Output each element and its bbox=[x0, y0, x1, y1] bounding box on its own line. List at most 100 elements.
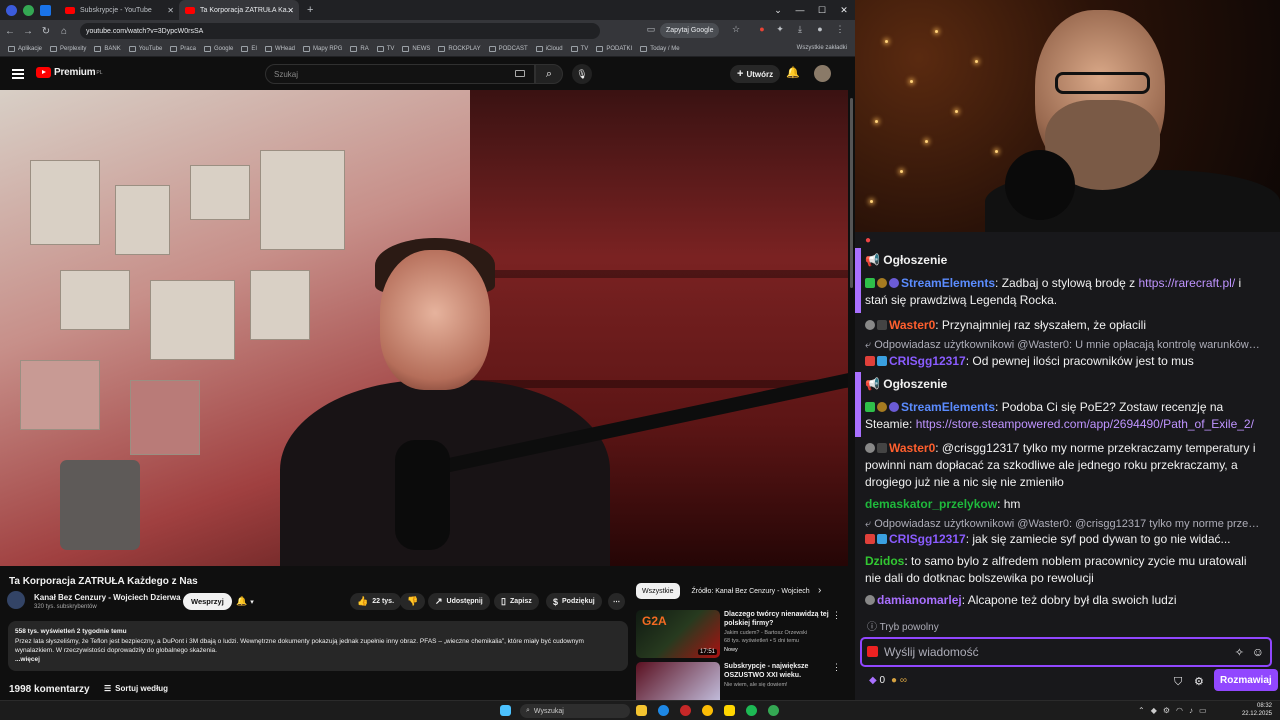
chat-username[interactable]: damianomarlej bbox=[877, 593, 962, 607]
bookmark[interactable]: Praca bbox=[170, 46, 196, 52]
sort-comments-button[interactable]: ☰ Sortuj według bbox=[104, 684, 168, 693]
chat-username[interactable]: CRISgg12317 bbox=[889, 532, 966, 546]
join-button[interactable]: Wesprzyj bbox=[183, 593, 232, 610]
video-player[interactable] bbox=[0, 90, 848, 566]
edge-icon[interactable] bbox=[658, 705, 669, 716]
account-avatar[interactable] bbox=[814, 65, 831, 82]
url-field[interactable]: youtube.com/watch?v=3DypcW0rsSA bbox=[80, 23, 600, 39]
chat-input[interactable]: Wyślij wiadomość ✧ ☺ bbox=[860, 637, 1272, 667]
emoji-icon[interactable]: ☺ bbox=[1252, 644, 1264, 661]
chat-username[interactable]: Waster0 bbox=[889, 441, 935, 455]
thanks-button[interactable]: $ Podziękuj bbox=[546, 593, 602, 610]
new-tab-icon[interactable]: + bbox=[307, 4, 313, 16]
home-icon[interactable]: ⌂ bbox=[56, 26, 72, 37]
bookmark[interactable]: BANK bbox=[94, 46, 121, 52]
chip-channel[interactable]: Źródło: Kanał Bez Cenzury - Wojciech bbox=[686, 583, 816, 599]
all-bookmarks[interactable]: Wszystkie zakładki bbox=[797, 45, 847, 51]
close-tab-icon[interactable]: ✕ bbox=[287, 6, 294, 15]
forward-icon[interactable]: → bbox=[20, 26, 36, 37]
like-button[interactable]: 👍 22 tys. bbox=[350, 593, 402, 610]
tab-video[interactable]: Ta Korporacja ZATRUŁA Ka... ✕ bbox=[179, 0, 299, 20]
system-tray[interactable]: ⌃◆⚙◠♪▭ bbox=[1138, 706, 1213, 715]
bookmark[interactable]: PODCAST bbox=[488, 46, 528, 52]
recommended-video[interactable]: Subskrypcje - największe OSZUSTWO XXI wi… bbox=[636, 662, 841, 700]
chrome-active-icon[interactable] bbox=[768, 705, 779, 716]
extension-icon[interactable] bbox=[23, 4, 34, 16]
chat-username[interactable]: Dzidos bbox=[865, 554, 904, 568]
dislike-button[interactable]: 👎 bbox=[400, 593, 426, 610]
tab-search-icon[interactable]: ⌄ bbox=[767, 0, 789, 20]
opera-icon[interactable] bbox=[680, 705, 691, 716]
maximize-icon[interactable]: ☐ bbox=[811, 0, 833, 20]
cast-icon[interactable]: ▭ bbox=[645, 24, 657, 36]
recommended-video[interactable]: G2A 17:51 Dlaczego twórcy nienawidzą tej… bbox=[636, 610, 841, 662]
bookmark[interactable]: TV bbox=[570, 46, 588, 52]
file-explorer-icon[interactable] bbox=[636, 705, 647, 716]
taskbar-search[interactable]: ⌕ Wyszukaj bbox=[520, 704, 630, 718]
chat-send-button[interactable]: Rozmawiaj bbox=[1214, 669, 1278, 691]
more-actions-button[interactable]: ⋯ bbox=[608, 593, 625, 610]
more-vert-icon[interactable]: ⋮ bbox=[832, 610, 841, 621]
share-button[interactable]: ↗ Udostępnij bbox=[428, 593, 490, 610]
chrome-icon[interactable] bbox=[702, 705, 713, 716]
tab-subscriptions[interactable]: Subskrypcje - YouTube ✕ bbox=[59, 0, 179, 20]
bookmark[interactable]: Today / Me bbox=[640, 46, 680, 52]
channel-name[interactable]: Kanał Bez Cenzury - Wojciech Dzierwa bbox=[34, 593, 181, 602]
description-box[interactable]: 558 tys. wyświetleń 2 tygodnie temu Prze… bbox=[8, 621, 628, 671]
voice-search-icon[interactable]: 🎙 bbox=[572, 64, 592, 84]
channel-avatar[interactable] bbox=[7, 591, 25, 609]
reply-context[interactable]: ⤶ Odpowiadasz użytkownikowi @Waster0: U … bbox=[865, 337, 1260, 354]
hamburger-menu-icon[interactable] bbox=[12, 69, 24, 79]
bookmark[interactable]: iCloud bbox=[535, 46, 563, 52]
chat-link[interactable]: https://store.steampowered.com/app/26944… bbox=[916, 417, 1254, 431]
search-button[interactable]: ⌕ bbox=[535, 64, 563, 84]
star-icon[interactable]: ☆ bbox=[730, 24, 742, 36]
bookmark[interactable]: EI bbox=[241, 46, 257, 52]
ask-google-button[interactable]: Zapytaj Google bbox=[660, 23, 720, 38]
shield-icon[interactable]: ⛉ bbox=[1174, 674, 1182, 691]
create-button[interactable]: + Utwórz bbox=[730, 65, 781, 83]
bookmark[interactable]: WHead bbox=[265, 46, 295, 52]
spotify-icon[interactable] bbox=[746, 705, 757, 716]
chat-username[interactable]: demaskator_przelykow bbox=[865, 497, 997, 511]
bookmark[interactable]: YouTube bbox=[128, 46, 162, 52]
settings-gear-icon[interactable]: ⚙ bbox=[1194, 674, 1204, 691]
bookmark[interactable]: Google bbox=[203, 46, 233, 52]
chat-username[interactable]: CRISgg12317 bbox=[889, 354, 966, 368]
profile-icon[interactable] bbox=[6, 4, 17, 16]
chat-username[interactable]: StreamElements bbox=[901, 400, 995, 414]
close-window-icon[interactable]: ✕ bbox=[833, 0, 855, 20]
chat-link[interactable]: https://rarecraft.pl/ bbox=[1138, 276, 1235, 290]
chat-username[interactable]: StreamElements bbox=[901, 276, 995, 290]
page-scrollbar[interactable] bbox=[848, 58, 855, 700]
bookmark[interactable]: Aplikacje bbox=[8, 46, 42, 52]
chevron-right-icon[interactable]: › bbox=[818, 585, 821, 596]
chip-all[interactable]: Wszystkie bbox=[636, 583, 680, 599]
profile-avatar-icon[interactable]: ● bbox=[814, 24, 826, 36]
more-vert-icon[interactable]: ⋮ bbox=[832, 662, 841, 673]
download-icon[interactable]: ⤓ bbox=[794, 24, 806, 36]
chat-badge-icon[interactable] bbox=[867, 646, 878, 657]
reload-icon[interactable]: ↻ bbox=[38, 26, 54, 37]
show-more-link[interactable]: ...więcej bbox=[15, 655, 621, 664]
search-input[interactable]: Szukaj bbox=[265, 64, 535, 84]
sparkle-icon[interactable]: ✧ bbox=[1235, 645, 1244, 662]
extension-icon[interactable]: ● bbox=[756, 24, 768, 36]
close-tab-icon[interactable]: ✕ bbox=[167, 6, 174, 15]
bookmark[interactable]: RA bbox=[350, 46, 369, 52]
keyboard-icon[interactable] bbox=[515, 70, 525, 77]
bookmark[interactable]: Perplexity bbox=[50, 46, 86, 52]
bits-balance[interactable]: ◆ 0 ● ∞ bbox=[869, 672, 907, 689]
minimize-icon[interactable]: — bbox=[789, 0, 811, 20]
windows-start-icon[interactable] bbox=[500, 705, 511, 716]
back-icon[interactable]: ← bbox=[2, 26, 18, 37]
docs-icon[interactable] bbox=[40, 4, 51, 16]
menu-icon[interactable]: ⋮ bbox=[834, 24, 846, 36]
bookmark[interactable]: NEWS bbox=[402, 46, 430, 52]
save-button[interactable]: ▯ Zapisz bbox=[494, 593, 539, 610]
bookmark[interactable]: PODATKI bbox=[596, 46, 632, 52]
bookmark[interactable]: Mapy RPG bbox=[303, 46, 342, 52]
notes-icon[interactable] bbox=[724, 705, 735, 716]
bookmark[interactable]: ROCKPLAY bbox=[438, 46, 481, 52]
puzzle-icon[interactable]: ✦ bbox=[774, 24, 786, 36]
